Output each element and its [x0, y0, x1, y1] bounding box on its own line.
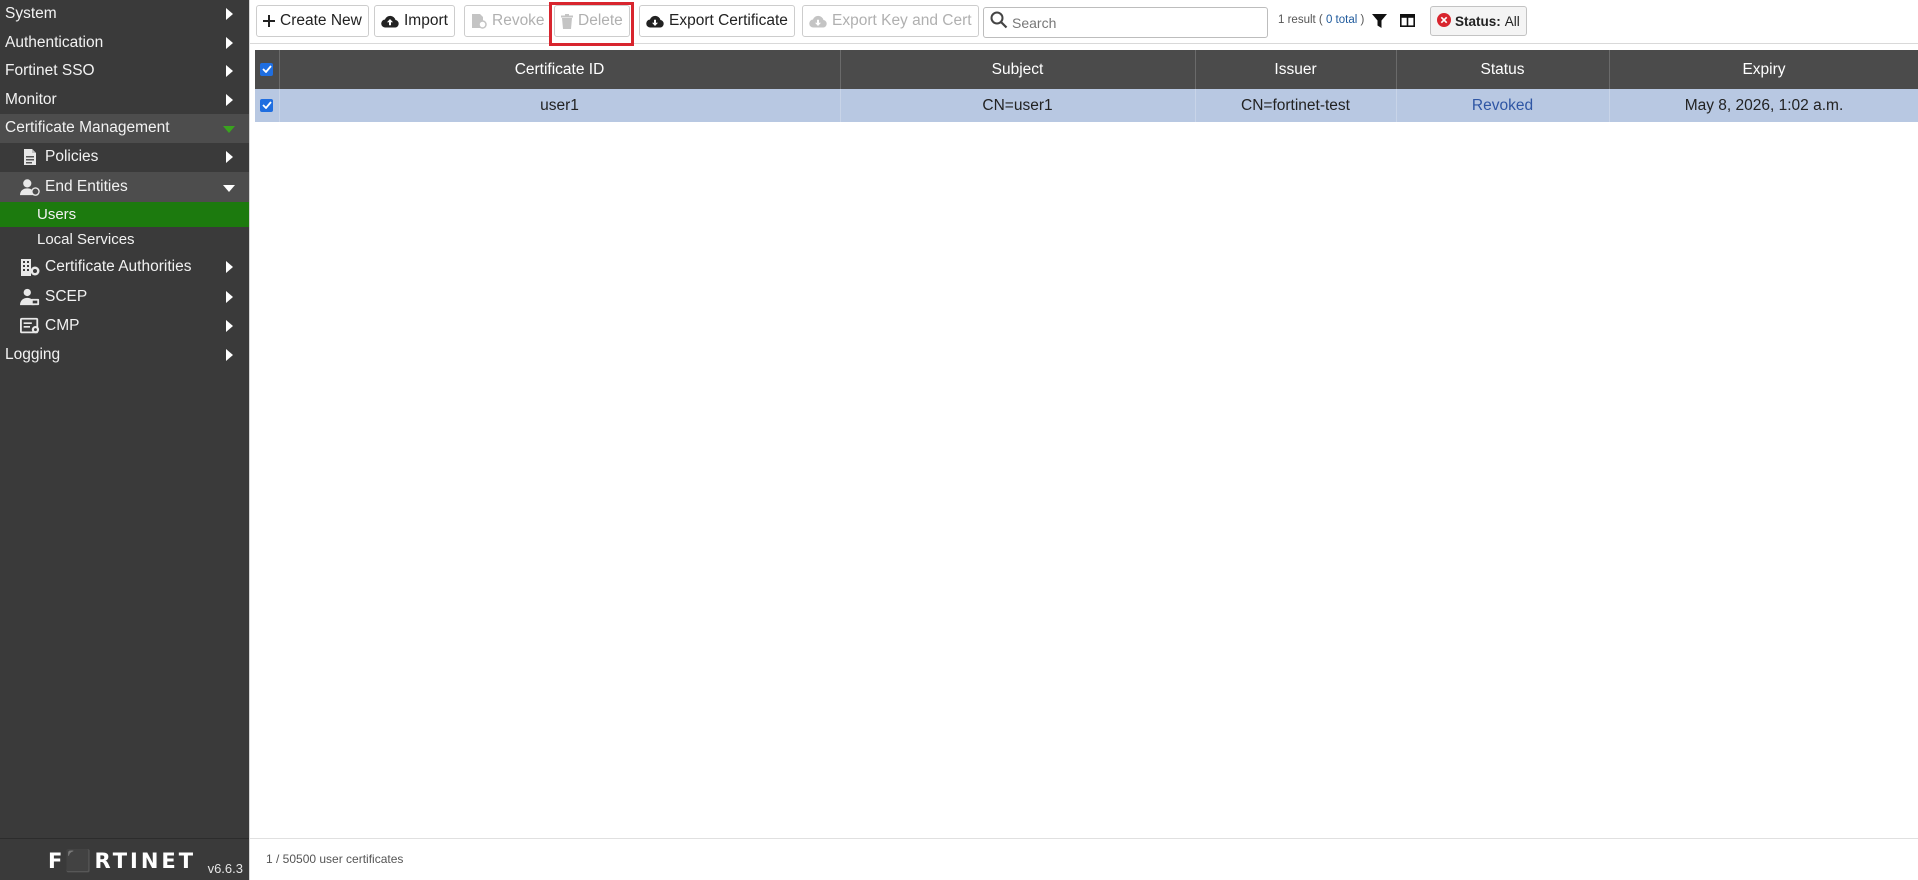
- fortinet-logo: F⬛RTINET: [48, 849, 197, 873]
- sidebar-item-local-services[interactable]: Local Services: [0, 227, 249, 253]
- table-row[interactable]: user1 CN=user1 CN=fortinet-test Revoked …: [255, 89, 1918, 122]
- cell-subject: CN=user1: [840, 89, 1196, 122]
- cell-expiry: May 8, 2026, 1:02 a.m.: [1609, 89, 1918, 122]
- sidebar-item-label: Local Services: [37, 231, 135, 249]
- column-header-subject[interactable]: Subject: [840, 50, 1196, 89]
- sidebar-item-end-entities[interactable]: End Entities: [0, 172, 249, 202]
- import-label: Import: [404, 12, 448, 29]
- table-header-row: Certificate ID Subject Issuer Status Exp…: [255, 50, 1918, 89]
- delete-highlight-frame: [549, 2, 634, 46]
- sidebar-item-fortinet-sso[interactable]: Fortinet SSO: [0, 57, 249, 86]
- sidebar-item-monitor[interactable]: Monitor: [0, 86, 249, 115]
- chevron-down-icon: [223, 184, 235, 192]
- app-window: System Authentication Fortinet SSO Monit…: [0, 0, 1918, 880]
- row-checkbox[interactable]: [255, 89, 280, 122]
- cell-issuer: CN=fortinet-test: [1195, 89, 1397, 122]
- chevron-right-icon: [226, 36, 233, 49]
- certificate-table: Certificate ID Subject Issuer Status Exp…: [255, 50, 1918, 122]
- sidebar-item-label: System: [5, 5, 57, 23]
- status-bar: 1 / 50500 user certificates: [250, 838, 1918, 880]
- sidebar-item-policies[interactable]: Policies: [0, 142, 249, 172]
- result-count-total: 0 total: [1322, 14, 1361, 26]
- status-filter-chip[interactable]: Status: All: [1430, 6, 1527, 36]
- sidebar-item-label: Users: [37, 205, 77, 223]
- sidebar-item-label: Logging: [5, 346, 61, 364]
- sidebar-item-authentication[interactable]: Authentication: [0, 29, 249, 58]
- select-all-checkbox[interactable]: [255, 50, 280, 89]
- checkbox-checked-icon: [260, 62, 274, 76]
- sidebar-item-label: Certificate Management: [5, 119, 170, 137]
- result-count: 1 result ( 0 total ): [1278, 14, 1364, 26]
- sidebar-item-certificate-authorities[interactable]: Certificate Authorities: [0, 253, 249, 283]
- chevron-right-icon: [226, 290, 233, 303]
- status-filter-value: All: [1504, 13, 1520, 29]
- sidebar-item-system[interactable]: System: [0, 0, 249, 29]
- column-header-expiry[interactable]: Expiry: [1609, 50, 1918, 89]
- create-new-label: Create New: [280, 12, 362, 29]
- sidebar-item-label: Authentication: [5, 33, 104, 51]
- cloud-download-icon: [646, 15, 664, 28]
- user-certificate-icon: [20, 177, 40, 197]
- close-circle-icon[interactable]: [1437, 12, 1451, 30]
- sidebar-item-label: Certificate Authorities: [45, 258, 192, 276]
- sidebar-item-label: End Entities: [45, 177, 128, 195]
- document-icon: [20, 147, 40, 167]
- cell-certificate-id: user1: [279, 89, 841, 122]
- cloud-upload-icon: [381, 15, 399, 28]
- sidebar-item-label: Policies: [45, 148, 99, 166]
- sidebar-item-cmp[interactable]: CMP: [0, 312, 249, 342]
- chevron-right-icon: [226, 8, 233, 21]
- chevron-right-icon: [226, 151, 233, 164]
- export-key-and-cert-label: Export Key and Cert: [832, 12, 972, 29]
- sidebar-item-label: SCEP: [45, 287, 88, 305]
- chevron-right-icon: [226, 93, 233, 106]
- search-icon: [990, 11, 1008, 34]
- status-filter-key: Status:: [1455, 13, 1501, 29]
- sidebar-item-scep[interactable]: SCEP: [0, 282, 249, 312]
- chevron-right-icon: [226, 65, 233, 78]
- sidebar-item-certificate-management[interactable]: Certificate Management: [0, 114, 249, 143]
- sidebar-item-logging[interactable]: Logging: [0, 341, 249, 370]
- sidebar-item-label: Fortinet SSO: [5, 62, 95, 80]
- certificate-count-summary: 1 / 50500 user certificates: [266, 852, 404, 866]
- cloud-download-icon: [809, 15, 827, 28]
- sidebar: System Authentication Fortinet SSO Monit…: [0, 0, 249, 880]
- cell-status: Revoked: [1396, 89, 1610, 122]
- list-certificate-icon: [20, 316, 40, 336]
- checkbox-checked-icon: [260, 98, 274, 112]
- result-count-suffix: ): [1360, 14, 1365, 26]
- import-button[interactable]: Import: [374, 5, 455, 37]
- sidebar-item-label: CMP: [45, 317, 80, 335]
- main-content: Create New Import Revoke Delete Export C…: [249, 0, 1918, 880]
- sidebar-item-users[interactable]: Users: [0, 201, 249, 227]
- filter-icon[interactable]: [1372, 14, 1387, 33]
- revoke-label: Revoke: [492, 12, 545, 29]
- chevron-down-icon: [223, 126, 235, 134]
- user-gear-icon: [20, 287, 40, 307]
- column-header-certificate-id[interactable]: Certificate ID: [279, 50, 841, 89]
- plus-icon: [263, 15, 275, 27]
- export-key-and-cert-button[interactable]: Export Key and Cert: [802, 5, 979, 37]
- search-input[interactable]: [1012, 14, 1252, 31]
- revoke-certificate-icon: [471, 13, 487, 29]
- revoke-button[interactable]: Revoke: [464, 5, 552, 37]
- version-label: v6.6.3: [207, 861, 243, 876]
- toolbar: Create New Import Revoke Delete Export C…: [250, 0, 1918, 46]
- chevron-right-icon: [226, 261, 233, 274]
- sidebar-footer: F⬛RTINET v6.6.3: [0, 838, 249, 880]
- columns-icon[interactable]: [1400, 14, 1415, 32]
- result-count-prefix: 1 result (: [1278, 14, 1323, 26]
- chevron-right-icon: [226, 320, 233, 333]
- export-certificate-button[interactable]: Export Certificate: [639, 5, 795, 37]
- column-header-status[interactable]: Status: [1396, 50, 1610, 89]
- search-box[interactable]: [983, 7, 1268, 38]
- export-certificate-label: Export Certificate: [669, 12, 788, 29]
- sidebar-item-label: Monitor: [5, 90, 57, 108]
- building-icon: [20, 257, 40, 277]
- column-header-issuer[interactable]: Issuer: [1195, 50, 1397, 89]
- chevron-right-icon: [226, 349, 233, 362]
- create-new-button[interactable]: Create New: [256, 5, 369, 37]
